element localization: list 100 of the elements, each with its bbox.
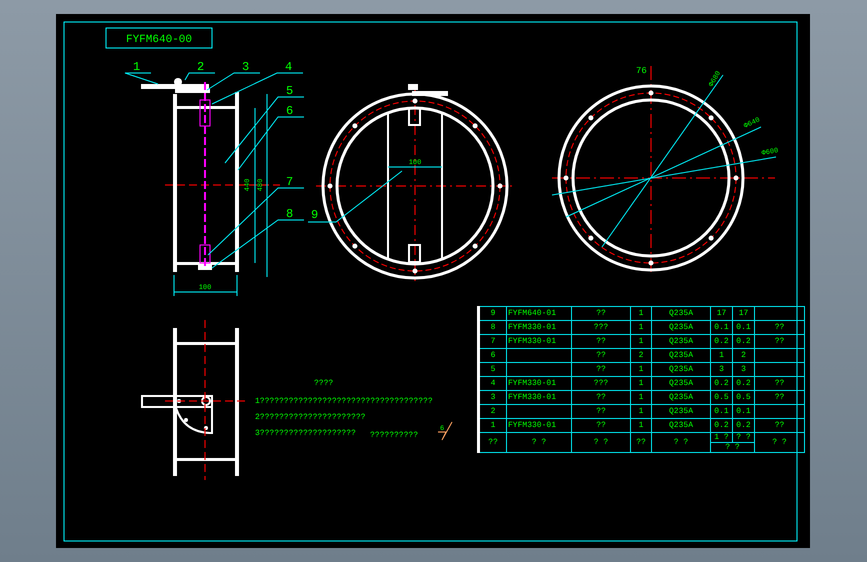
table-cell: 3 [732, 362, 754, 376]
header-cell: ? ? [710, 442, 754, 452]
table-cell: 3 [478, 390, 506, 404]
surface-roughness-icon [438, 422, 452, 440]
table-cell: 6 [478, 348, 506, 362]
table-cell: FYFM330-01 [506, 334, 572, 348]
table-cell: Q235A [652, 334, 710, 348]
table-cell: FYFM330-01 [506, 390, 572, 404]
table-cell: 1 [630, 418, 652, 432]
header-cell: ? ? [506, 432, 572, 452]
table-cell [506, 348, 572, 362]
table-cell: 0.1 [710, 404, 732, 418]
part-number-label: 9 [311, 208, 318, 222]
table-cell: 17 [710, 306, 732, 320]
dimension-label: 76 [636, 66, 647, 76]
part-number-label: 4 [285, 60, 292, 74]
table-cell: 0.2 [710, 376, 732, 390]
table-cell: 1 [710, 348, 732, 362]
header-cell: ? ? [732, 432, 754, 442]
table-cell: 0.2 [732, 334, 754, 348]
header-cell: ? ? [754, 432, 804, 452]
table-cell [506, 404, 572, 418]
table-cell: 1 [630, 390, 652, 404]
table-cell: ?? [754, 334, 804, 348]
table-cell: 1 [630, 376, 652, 390]
table-cell: 1 [630, 404, 652, 418]
table-cell: FYFM330-01 [506, 418, 572, 432]
table-cell: 0.2 [710, 418, 732, 432]
part-number-label: 2 [197, 60, 204, 74]
table-cell: Q235A [652, 320, 710, 334]
table-cell: Q235A [652, 390, 710, 404]
header-cell: ?? [630, 432, 652, 452]
table-cell: 0.1 [732, 404, 754, 418]
table-cell: Q235A [652, 348, 710, 362]
table-cell: 1 [630, 320, 652, 334]
table-cell: 0.1 [710, 320, 732, 334]
leader-line [238, 116, 304, 170]
table-cell [754, 404, 804, 418]
table-cell: ?? [572, 390, 630, 404]
table-cell: 7 [478, 334, 506, 348]
table-cell: 1 [630, 334, 652, 348]
table-cell: 0.2 [732, 376, 754, 390]
table-cell: 1 [630, 362, 652, 376]
table-cell: 8 [478, 320, 506, 334]
part-number-label: 7 [286, 175, 294, 189]
table-cell: ?? [754, 320, 804, 334]
table-cell: 4 [478, 376, 506, 390]
table-cell: 3 [710, 362, 732, 376]
header-cell: 1 ? [710, 432, 732, 442]
table-cell: Q235A [652, 362, 710, 376]
table-cell: ??? [572, 320, 630, 334]
table-cell: ??? [572, 376, 630, 390]
part-number-label: 3 [242, 60, 250, 74]
table-cell: 2 [732, 348, 754, 362]
drawing-number: FYFM640-00 [126, 34, 192, 46]
table-cell: ?? [572, 334, 630, 348]
table-cell: ?? [572, 418, 630, 432]
table-cell: Q235A [652, 306, 710, 320]
table-cell: ?? [754, 376, 804, 390]
table-cell: 2 [630, 348, 652, 362]
note-text: 1???????????????????????????????????? [255, 397, 433, 406]
table-cell: Q235A [652, 418, 710, 432]
table-cell: 17 [732, 306, 754, 320]
table-cell: ?? [572, 348, 630, 362]
table-cell: Q235A [652, 404, 710, 418]
header-cell: ? ? [652, 432, 710, 452]
note-text: 3???????????????????? [255, 429, 356, 438]
table-cell: 0.5 [732, 390, 754, 404]
table-cell: 1 [478, 418, 506, 432]
table-cell: ?? [754, 390, 804, 404]
table-cell: ?? [572, 404, 630, 418]
part-number-label: 1 [133, 60, 140, 74]
table-cell: FYFM640-01 [506, 306, 572, 320]
table-cell: 2 [478, 404, 506, 418]
table-cell [754, 362, 804, 376]
table-cell: ?? [572, 362, 630, 376]
table-cell [754, 348, 804, 362]
table-cell: 1 [630, 306, 652, 320]
note-text: 2?????????????????????? [255, 413, 366, 422]
part-number-label: 8 [286, 207, 294, 221]
table-cell [506, 362, 572, 376]
table-cell: 0.1 [732, 320, 754, 334]
note-text: ?????????? [370, 431, 418, 440]
part-number-label: 5 [286, 84, 294, 98]
header-cell: ?? [478, 432, 506, 452]
leader-line [124, 72, 158, 84]
table-cell: 0.5 [710, 390, 732, 404]
note-heading: ???? [314, 379, 334, 388]
table-cell: 5 [478, 362, 506, 376]
table-cell: 0.2 [732, 418, 754, 432]
header-cell: ? ? [572, 432, 630, 452]
table-cell: FYFM330-01 [506, 376, 572, 390]
table-cell: FYFM330-01 [506, 320, 572, 334]
table-cell [754, 306, 804, 320]
table-cell: ?? [572, 306, 630, 320]
table-cell: 9 [478, 306, 506, 320]
table-cell: 0.2 [710, 334, 732, 348]
part-number-label: 6 [286, 104, 294, 118]
table-cell: Q235A [652, 376, 710, 390]
table-cell: ?? [754, 418, 804, 432]
